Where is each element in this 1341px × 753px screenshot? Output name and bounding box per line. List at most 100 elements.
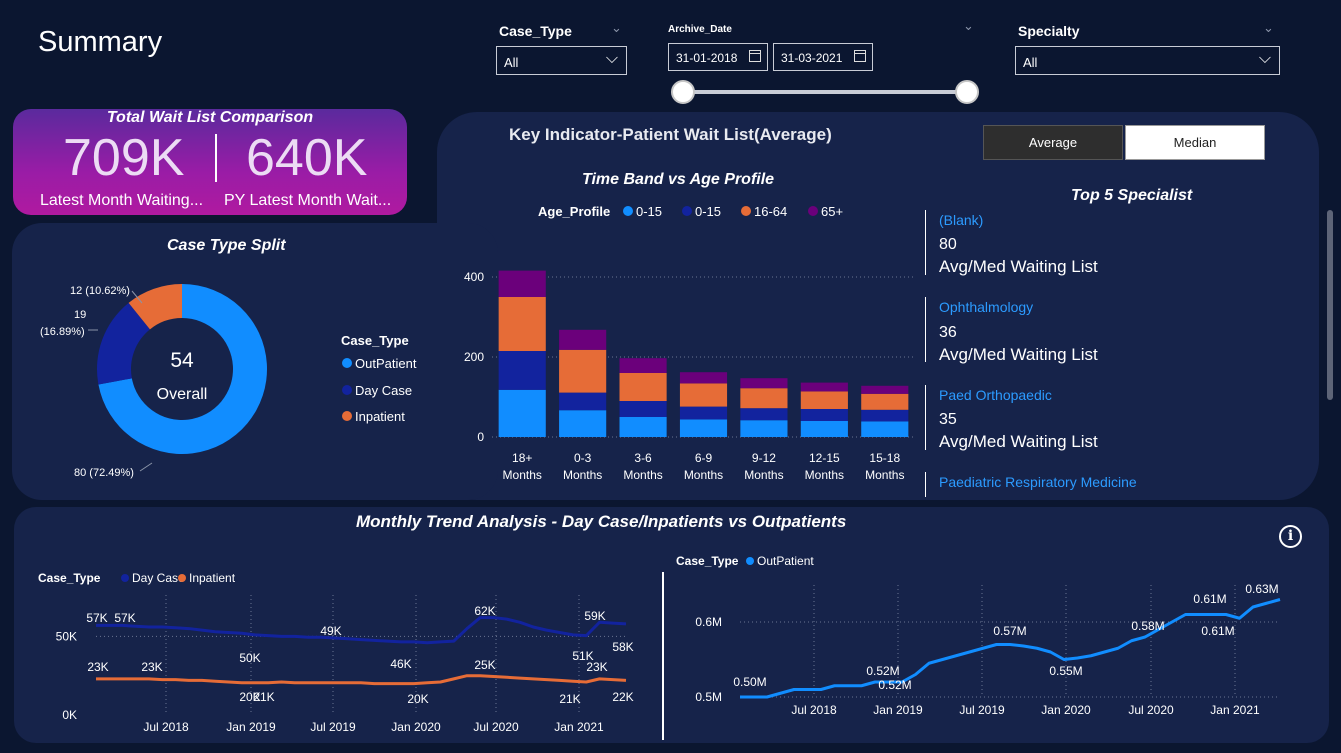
legend-outpatient: OutPatient	[355, 356, 417, 371]
latest-month-value: 709K	[63, 129, 185, 187]
calendar-icon[interactable]	[749, 50, 761, 62]
chevron-down-icon[interactable]: ⌄	[963, 18, 974, 34]
data-label: 0.50M	[733, 675, 766, 689]
legend-outpatient-dot	[342, 358, 352, 368]
bar-segment	[619, 417, 667, 437]
end-date-input[interactable]: 31-03-2021	[773, 43, 873, 71]
bar-segment	[800, 409, 848, 421]
chevron-down-icon[interactable]: ⌄	[1263, 20, 1274, 36]
specialist-sub: Avg/Med Waiting List	[939, 345, 1098, 364]
bar-chart-title: Time Band vs Age Profile	[582, 171, 775, 188]
data-label: 0.61M	[1193, 592, 1226, 606]
y-tick-label: 0.5M	[695, 690, 722, 704]
specialist-value: 36	[939, 324, 957, 341]
chevron-down-icon: ⌵	[605, 50, 618, 67]
x-tick-label: Jan 2021	[1210, 703, 1260, 717]
x-tick-label: Months	[744, 468, 783, 482]
data-label: 20K	[239, 690, 260, 704]
x-tick-label: Months	[563, 468, 602, 482]
bar-segment	[861, 409, 909, 422]
kpi-card: Total Wait List Comparison 709K 640K Lat…	[13, 109, 407, 215]
bar-segment	[498, 389, 546, 437]
case-split-legend-title: Case_Type	[341, 333, 409, 348]
data-label: 57K	[114, 611, 135, 625]
x-tick-label: Months	[805, 468, 844, 482]
date-range-start-handle[interactable]	[671, 80, 695, 104]
specialist-value: 35	[939, 411, 957, 428]
data-label: 0.57M	[993, 624, 1026, 638]
start-date-input[interactable]: 31-01-2018	[668, 43, 768, 71]
x-tick-label: Jan 2020	[1041, 703, 1091, 717]
x-tick-label: 12-15	[809, 451, 840, 465]
data-label: 23K	[586, 660, 607, 674]
calendar-icon[interactable]	[854, 50, 866, 62]
specialist-sub: Avg/Med Waiting List	[939, 257, 1098, 276]
data-label: 49K	[320, 624, 341, 638]
start-date-value: 31-01-2018	[676, 51, 738, 65]
time-band-bar-chart: Age_Profile 0-15 0-15 16-64 65+ 0 200 400 18+…	[464, 204, 915, 482]
x-tick-label: 3-6	[634, 451, 652, 465]
py-latest-month-value: 640K	[246, 129, 368, 187]
x-tick-label: 6-9	[695, 451, 713, 465]
chevron-down-icon[interactable]: ⌄	[611, 20, 622, 36]
daycase-label-a: 19	[74, 309, 86, 321]
outpatient-label: 80 (72.49%)	[74, 467, 134, 479]
x-tick-label: Months	[503, 468, 542, 482]
x-tick-label: Jan 2020	[391, 720, 441, 734]
case-type-slicer-label: Case_Type	[499, 23, 572, 39]
data-label: 46K	[390, 657, 411, 671]
kpi-divider	[215, 134, 217, 182]
daycase-inpatient-line-chart: Case_Type Day Case Inpatient 0K 50K Jul 20…	[38, 571, 634, 734]
specialist-name[interactable]: Paediatric Respiratory Medicine	[939, 474, 1137, 490]
specialty-dropdown[interactable]: All ⌵	[1015, 46, 1280, 75]
age-legend-label: 0-15	[636, 204, 662, 219]
bar-segment	[740, 378, 788, 389]
key-indicator-title: Key Indicator-Patient Wait List(Average)	[509, 125, 832, 144]
left-legend-title: Case_Type	[38, 571, 101, 585]
bar-segment	[861, 385, 909, 394]
age-legend-dot	[808, 206, 818, 216]
bar-segment	[679, 419, 728, 437]
bar-segment	[619, 401, 667, 417]
bar-segment	[861, 393, 909, 410]
donut-center-label: Overall	[157, 386, 208, 403]
y-tick-label: 0	[477, 430, 484, 444]
archive-date-label: Archive_Date	[668, 24, 732, 35]
bar-segment	[679, 406, 728, 420]
y-tick-label: 50K	[56, 629, 77, 643]
latest-month-label: Latest Month Waiting...	[40, 192, 204, 209]
x-tick-label: 0-3	[574, 451, 592, 465]
bar-segment	[740, 420, 788, 437]
legend-outpatient: OutPatient	[757, 554, 814, 568]
bar-segment	[619, 358, 667, 373]
age-legend-label: 65+	[821, 204, 843, 219]
specialist-name[interactable]: (Blank)	[939, 212, 983, 228]
specialist-sub: Avg/Med Waiting List	[939, 432, 1098, 451]
bar-segment	[498, 297, 546, 351]
x-tick-label: Jan 2019	[873, 703, 923, 717]
outpatient-line-chart: Case_Type OutPatient 0.5M 0.6M Jul 2018 Jan…	[676, 554, 1281, 717]
case-type-dropdown[interactable]: All ⌵	[496, 46, 627, 75]
date-range-slider-track[interactable]	[683, 90, 967, 94]
bar-segment	[619, 373, 667, 401]
legend-daycase: Day Case	[132, 571, 185, 585]
average-toggle-button[interactable]: Average	[983, 125, 1123, 160]
data-label: 59K	[584, 609, 605, 623]
x-tick-label: Months	[623, 468, 662, 482]
trend-title: Monthly Trend Analysis - Day Case/Inpati…	[356, 512, 847, 531]
data-label: 57K	[86, 611, 107, 625]
py-latest-month-label: PY Latest Month Wait...	[224, 192, 392, 209]
x-tick-label: Jan 2021	[554, 720, 604, 734]
data-label: 0.58M	[1131, 619, 1164, 633]
x-tick-label: Jan 2019	[226, 720, 276, 734]
date-range-end-handle[interactable]	[955, 80, 979, 104]
bar-segment	[800, 421, 848, 437]
trend-line	[96, 674, 627, 686]
median-toggle-button[interactable]: Median	[1125, 125, 1265, 160]
legend-outpatient-dot	[746, 557, 754, 565]
specialist-name[interactable]: Ophthalmology	[939, 299, 1033, 315]
age-legend-title: Age_Profile	[538, 204, 610, 219]
scrollbar[interactable]	[1327, 210, 1333, 400]
specialist-name[interactable]: Paed Orthopaedic	[939, 387, 1052, 403]
daycase-label-b: (16.89%)	[40, 326, 85, 338]
